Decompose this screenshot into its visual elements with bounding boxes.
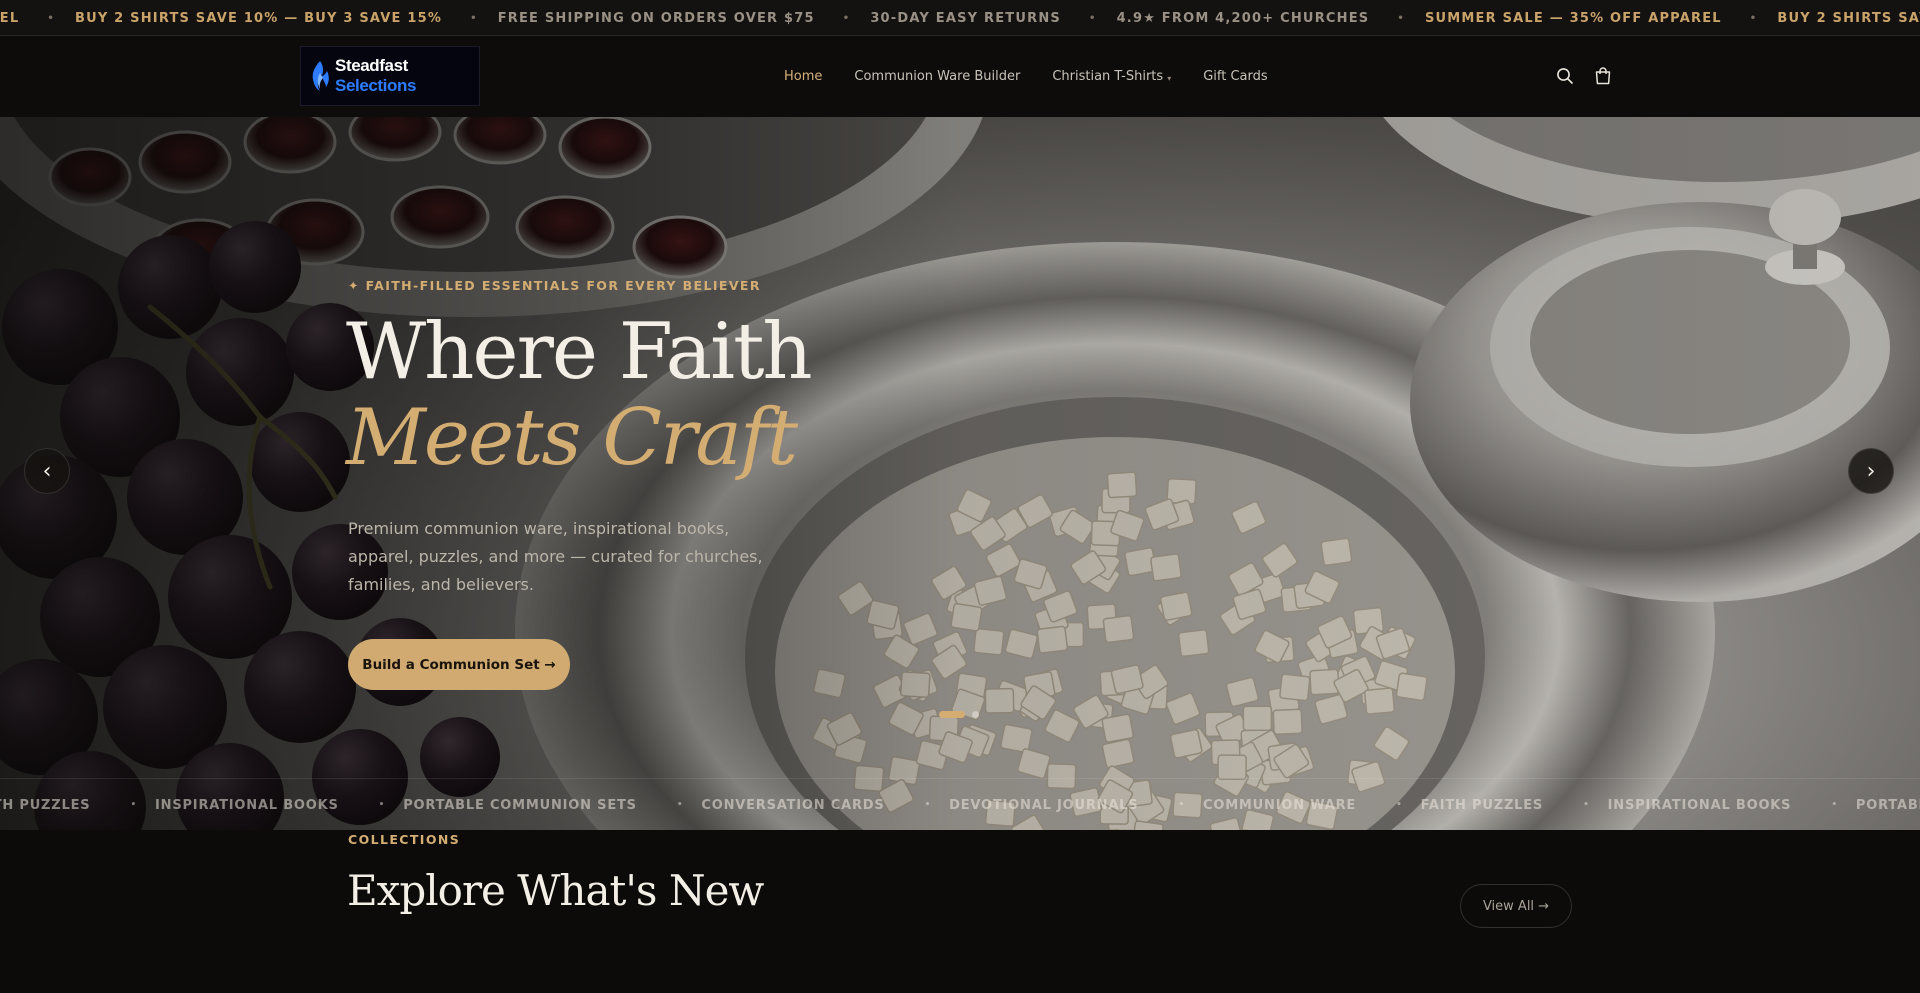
bullet-separator: • xyxy=(1583,800,1590,810)
announcement-text: 30-DAY EASY RETURNS xyxy=(870,10,1061,26)
category-marquee-label: CONVERSATION CARDS xyxy=(701,797,885,813)
category-marquee-item[interactable]: • FAITH PUZZLES xyxy=(1356,798,1543,813)
announcement-item: • BUY 2 SHIRTS SAVE 10% — BUY 3 SAVE 15% xyxy=(19,11,442,26)
hero-overlay xyxy=(0,117,1920,830)
logo-wordmark: Steadfast Selections xyxy=(335,56,479,96)
hero-title-line-2: Meets Craft xyxy=(346,393,798,483)
category-marquee-label: DEVOTIONAL JOURNALS xyxy=(949,797,1139,813)
announcement-text: BUY 2 SHIRTS SAVE 10% — BUY 3 SAVE 15% xyxy=(1777,10,1920,26)
nav-gift-cards[interactable]: Gift Cards xyxy=(1203,69,1267,84)
bullet-separator: • xyxy=(1749,12,1758,24)
nav-communion-ware-builder-label: Communion Ware Builder xyxy=(854,69,1021,84)
bullet-separator: • xyxy=(1088,12,1097,24)
announcement-item: • SUMMER SALE — 35% OFF APPAREL xyxy=(1369,11,1721,26)
category-marquee-label: FAITH PUZZLES xyxy=(0,797,91,813)
logo-word-1: Steadfast xyxy=(335,56,408,75)
carousel-dot-2[interactable] xyxy=(972,711,979,718)
announcement-text: FREE SHIPPING ON ORDERS OVER $75 xyxy=(497,10,815,26)
category-marquee-item[interactable]: • PORTABLE COMMUNION SETS xyxy=(1791,798,1920,813)
bullet-separator: • xyxy=(130,800,137,810)
cart-icon xyxy=(1595,67,1611,85)
nav-communion-ware-builder[interactable]: Communion Ware Builder xyxy=(854,69,1020,84)
announcement-item: F APPAREL xyxy=(0,11,19,26)
announcement-text: 4.9★ FROM 4,200+ CHURCHES xyxy=(1116,10,1370,26)
category-marquee-item[interactable]: • COMMUNION WARE xyxy=(1138,798,1356,813)
category-marquee-label: PORTABLE COMMUNION SETS xyxy=(403,797,637,813)
category-marquee-track: FAITH PUZZLES • INSPIRATIONAL BOOKS • PORTAB… xyxy=(0,779,1920,830)
category-marquee-item[interactable]: • INSPIRATIONAL BOOKS xyxy=(90,798,338,813)
bullet-separator: • xyxy=(47,12,55,24)
bullet-separator: • xyxy=(1831,800,1838,810)
nav-gift-cards-label: Gift Cards xyxy=(1203,69,1268,84)
carousel-dots xyxy=(939,711,979,718)
chevron-left-icon: ‹ xyxy=(42,458,52,484)
collections-title: Explore What's New xyxy=(347,866,764,915)
nav-christian-t-shirts[interactable]: Christian T-Shirts ▾ xyxy=(1052,69,1171,84)
category-marquee-item[interactable]: • CONVERSATION CARDS xyxy=(637,798,885,813)
bullet-separator: • xyxy=(676,800,684,810)
main-nav: Home Communion Ware Builder Christian T-… xyxy=(784,36,1300,117)
announcement-track: F APPAREL • BUY 2 SHIRTS SAVE 10% — BUY 3 … xyxy=(0,0,1920,35)
hero-carousel: ✦ FAITH-FILLED ESSENTIALS FOR EVERY BELI… xyxy=(0,117,1920,830)
hero-eyebrow: ✦ FAITH-FILLED ESSENTIALS FOR EVERY BELI… xyxy=(348,278,761,293)
bullet-separator: • xyxy=(924,800,932,810)
category-marquee-item[interactable]: • PORTABLE COMMUNION SETS xyxy=(339,798,637,813)
announcement-item: • FREE SHIPPING ON ORDERS OVER $75 xyxy=(442,11,815,26)
category-marquee: FAITH PUZZLES • INSPIRATIONAL BOOKS • PORTAB… xyxy=(0,778,1920,830)
search-button[interactable] xyxy=(1553,64,1577,88)
nav-christian-t-shirts-label: Christian T-Shirts xyxy=(1052,69,1164,84)
header-actions xyxy=(1553,64,1629,88)
category-marquee-label: INSPIRATIONAL BOOKS xyxy=(1607,797,1792,813)
category-marquee-label: COMMUNION WARE xyxy=(1203,797,1357,813)
bullet-separator: • xyxy=(842,12,851,24)
cart-button[interactable] xyxy=(1591,64,1615,88)
announcement-item: • 30-DAY EASY RETURNS xyxy=(815,11,1061,26)
hero-title-line-1: Where Faith xyxy=(346,307,813,397)
carousel-dot-1[interactable] xyxy=(939,711,965,718)
announcement-bar: F APPAREL • BUY 2 SHIRTS SAVE 10% — BUY 3 … xyxy=(0,0,1920,36)
collections-eyebrow: COLLECTIONS xyxy=(348,832,461,847)
announcement-text: BUY 2 SHIRTS SAVE 10% — BUY 3 SAVE 15% xyxy=(74,10,443,26)
view-all-button[interactable]: View All → xyxy=(1460,884,1572,928)
category-marquee-label: INSPIRATIONAL BOOKS xyxy=(155,797,339,813)
bullet-separator: • xyxy=(378,800,386,810)
site-header: Steadfast Selections Home Communion Ware… xyxy=(0,36,1920,117)
category-marquee-item[interactable]: • INSPIRATIONAL BOOKS xyxy=(1543,798,1791,813)
category-marquee-label: FAITH PUZZLES xyxy=(1420,797,1544,813)
build-communion-set-button[interactable]: Build a Communion Set → xyxy=(348,639,570,690)
bullet-separator: • xyxy=(1396,800,1403,810)
bullet-separator: • xyxy=(470,12,478,24)
logo-flame-icon xyxy=(312,61,329,91)
chevron-right-icon: › xyxy=(1866,458,1876,484)
category-marquee-label: PORTABLE COMMUNION SETS xyxy=(1855,797,1920,813)
logo[interactable]: Steadfast Selections xyxy=(300,46,480,106)
logo-word-2: Selections xyxy=(335,76,417,95)
announcement-item: • 4.9★ FROM 4,200+ CHURCHES xyxy=(1061,11,1369,26)
announcement-text: F APPAREL xyxy=(0,10,20,26)
chevron-down-icon: ▾ xyxy=(1167,73,1172,83)
category-marquee-item[interactable]: FAITH PUZZLES xyxy=(0,798,90,813)
search-icon xyxy=(1557,68,1573,84)
nav-home-label: Home xyxy=(784,69,823,84)
category-marquee-item[interactable]: • DEVOTIONAL JOURNALS xyxy=(885,798,1139,813)
nav-home[interactable]: Home xyxy=(784,69,822,84)
announcement-item: • BUY 2 SHIRTS SAVE 10% — BUY 3 SAVE 15% xyxy=(1722,11,1920,26)
collections-section: COLLECTIONS Explore What's New View All … xyxy=(0,830,1920,993)
bullet-separator: • xyxy=(1178,800,1185,810)
announcement-text: SUMMER SALE — 35% OFF APPAREL xyxy=(1424,10,1722,26)
bullet-separator: • xyxy=(1397,12,1405,24)
carousel-next-button[interactable]: › xyxy=(1848,448,1894,494)
carousel-prev-button[interactable]: ‹ xyxy=(24,448,70,494)
hero-subtitle: Premium communion ware, inspirational bo… xyxy=(348,519,763,594)
